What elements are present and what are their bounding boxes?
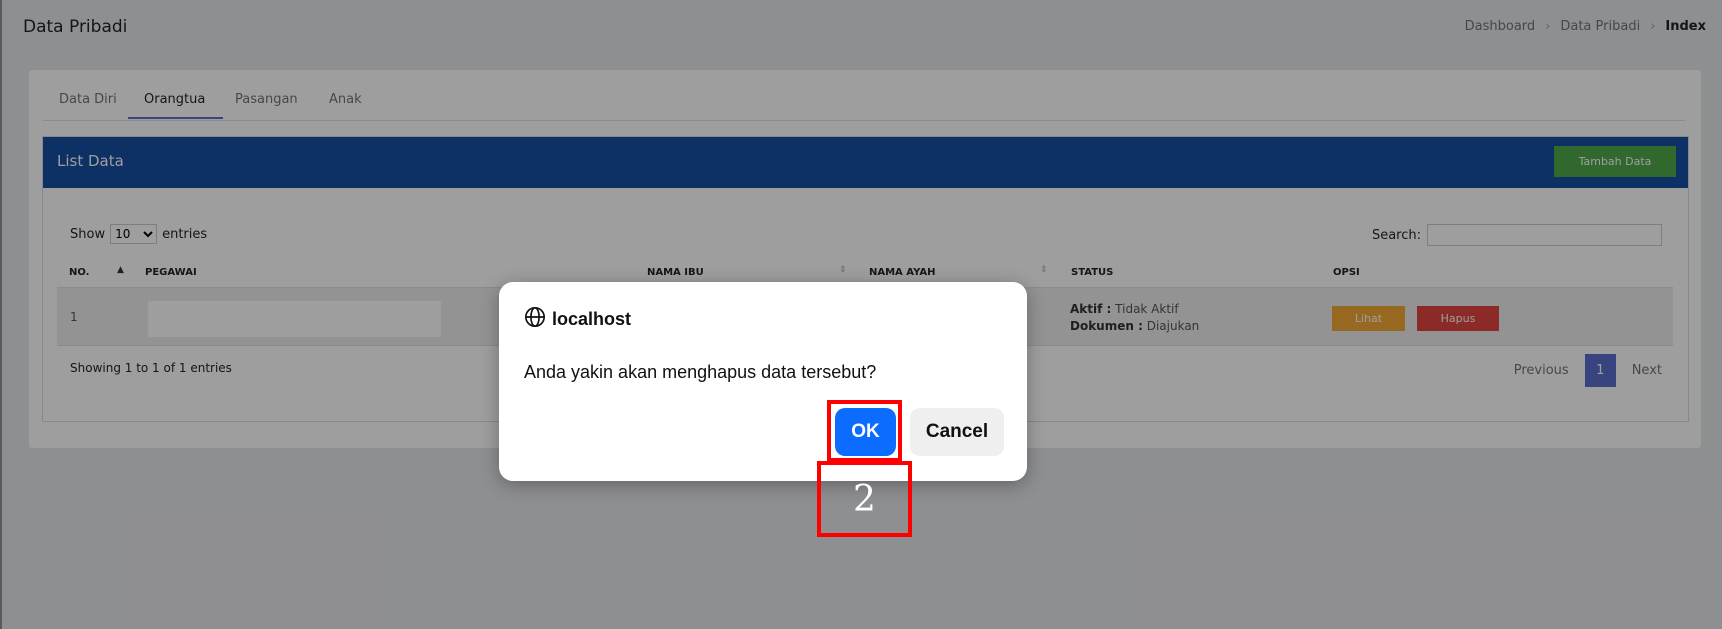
cancel-button[interactable]: Cancel <box>910 408 1004 456</box>
confirm-dialog: localhost Anda yakin akan menghapus data… <box>499 282 1027 481</box>
annotation-step-label: 2 <box>817 461 912 537</box>
dialog-message: Anda yakin akan menghapus data tersebut? <box>524 362 877 382</box>
dialog-header: localhost <box>524 306 631 333</box>
dialog-origin: localhost <box>552 309 632 329</box>
globe-icon <box>524 306 546 333</box>
annotation-highlight-box <box>827 400 902 462</box>
